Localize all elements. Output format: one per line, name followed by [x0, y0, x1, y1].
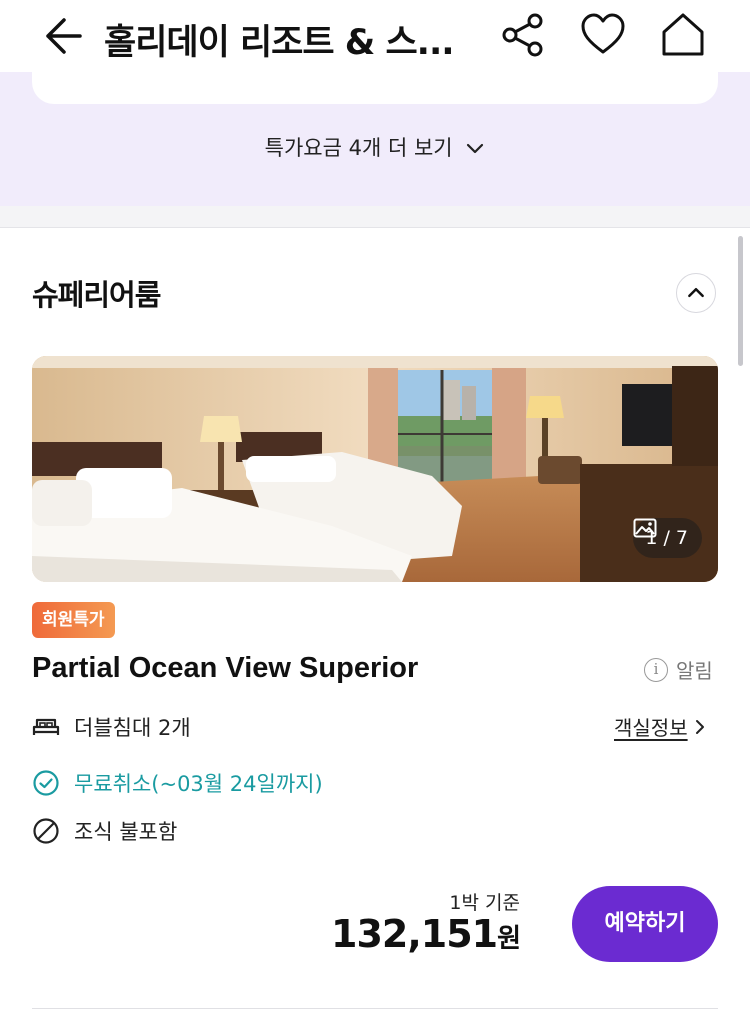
share-icon[interactable] [498, 10, 548, 60]
more-rates-label: 특가요금 4개 더 보기 [264, 136, 453, 160]
bed-icon [32, 718, 60, 735]
room-photo-image [32, 356, 718, 582]
page-title: 홀리데이 리조트 & 스... [104, 23, 455, 63]
room-photo[interactable]: 1 / 7 [32, 356, 718, 582]
section-divider [0, 206, 750, 228]
chevron-down-icon [467, 143, 484, 154]
breakfast-info: 조식 불포함 [32, 816, 177, 846]
room-info-label: 객실정보 [614, 716, 688, 740]
room-type-title: 슈페리어룸 [32, 278, 161, 312]
rates-section: 특가요금 4개 더 보기 [0, 68, 750, 206]
image-icon [633, 518, 657, 538]
rate-card-bottom [32, 68, 718, 104]
chevron-right-icon [695, 719, 704, 734]
scrollbar[interactable] [738, 236, 743, 366]
price-basis: 1박 기준 [449, 892, 520, 914]
heart-icon[interactable] [578, 10, 628, 60]
collapse-button[interactable] [676, 273, 716, 313]
member-deal-badge: 회원특가 [32, 602, 115, 638]
photo-counter[interactable]: 1 / 7 [633, 518, 702, 558]
bed-info: 더블침대 2개 [32, 712, 191, 742]
room-info-link[interactable]: 객실정보 [614, 712, 706, 741]
home-icon[interactable] [658, 10, 708, 60]
bottom-divider [32, 1008, 718, 1009]
cancellation-label: 무료취소(~03월 24일까지) [74, 772, 323, 796]
more-rates-button[interactable]: 특가요금 4개 더 보기 [0, 132, 750, 162]
price-value: 132,151 [331, 912, 498, 956]
info-icon: i [644, 657, 668, 682]
no-breakfast-icon [33, 818, 59, 844]
back-arrow-icon[interactable] [38, 12, 86, 60]
alarm-label: 알림 [676, 659, 713, 683]
room-title: Partial Ocean View Superior [32, 652, 419, 684]
alarm-button[interactable]: i 알림 [644, 655, 713, 684]
bed-label: 더블침대 2개 [74, 716, 191, 740]
breakfast-label: 조식 불포함 [74, 820, 178, 844]
price-currency: 원 [497, 924, 521, 954]
book-button[interactable]: 예약하기 [572, 886, 718, 962]
free-cancellation-info: 무료취소(~03월 24일까지) [32, 768, 323, 798]
room-price: 132,151원 [300, 912, 521, 956]
top-bar: 홀리데이 리조트 & 스... [0, 0, 750, 72]
check-circle-icon [33, 770, 59, 796]
